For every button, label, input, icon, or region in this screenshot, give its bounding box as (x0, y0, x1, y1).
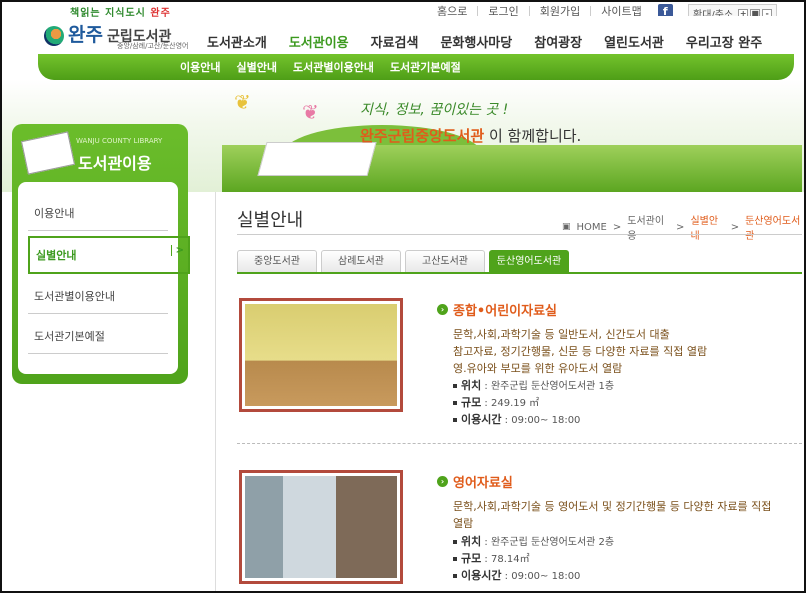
room-description: 문학,사회,과학기술 등 일반도서, 신간도서 대출 참고자료, 정기간행물, 신… (453, 328, 708, 375)
snb-item-etiquette[interactable]: 도서관기본예절 (382, 59, 469, 75)
snb-item-branch-guide[interactable]: 도서관별이용안내 (285, 59, 382, 75)
home-icon: ▣ (562, 222, 571, 232)
side-nav-item-guide[interactable]: 이용안내 (28, 196, 168, 231)
library-tabs: 중앙도서관 삼례도서관 고산도서관 둔산영어도서관 (237, 250, 573, 272)
sub-nav: 이용안내 실별안내 도서관별이용안내 도서관기본예절 (38, 54, 794, 80)
gnb-item-hometown[interactable]: 우리고장 완주 (675, 32, 773, 51)
butterfly-icon: ❦ (234, 90, 251, 114)
tab-central[interactable]: 중앙도서관 (237, 250, 317, 272)
header: 책읽는 지식도시 완주 완주 군립도서관 중앙/삼례/고산/둔산영어 도서관소개 … (16, 8, 798, 58)
breadcrumb-home[interactable]: HOME (577, 222, 607, 233)
butterfly-icon: ❦ (302, 100, 319, 124)
room-title: › 영어자료실 (437, 472, 513, 491)
room-title: › 종합•어린이자료실 (437, 300, 557, 319)
room-info: 위치 : 완주군립 둔산영어도서관 1층 규모 : 249.19 ㎡ 이용시간 … (453, 378, 614, 429)
gnb-item-open-library[interactable]: 열린도서관 (593, 32, 675, 51)
side-nav-item-rooms[interactable]: 실별안내 > (28, 236, 190, 274)
breadcrumb-current: 둔산영어도서관 (745, 216, 801, 242)
bullet-icon: › (437, 304, 448, 315)
gnb-item-community[interactable]: 참여광장 (523, 32, 593, 51)
tab-dunsan-english[interactable]: 둔산영어도서관 (489, 250, 569, 272)
tab-gosan[interactable]: 고산도서관 (405, 250, 485, 272)
gnb-item-intro[interactable]: 도서관소개 (196, 32, 278, 51)
logo-slogan: 책읽는 지식도시 완주 (70, 8, 171, 19)
side-nav-item-branch-guide[interactable]: 도서관별이용안내 (28, 279, 168, 314)
banner-message: 완주군립중앙도서관 이 함께합니다. (360, 127, 582, 145)
snb-item-rooms[interactable]: 실별안내 (228, 59, 284, 75)
gnb-item-usage[interactable]: 도서관이용 (278, 32, 360, 51)
side-nav: WANJU COUNTY LIBRARY 도서관이용 이용안내 실별안내 > 도서… (12, 124, 190, 384)
page-title: 실별안내 (237, 210, 304, 231)
gnb-item-events[interactable]: 문화행사마당 (429, 32, 523, 51)
side-nav-title: 도서관이용 (78, 154, 152, 173)
room-photo (239, 298, 403, 412)
breadcrumb-usage[interactable]: 도서관이용 (627, 212, 670, 242)
room-info: 위치 : 완주군립 둔산영어도서관 2층 규모 : 78.14㎡ 이용시간 : … (453, 534, 614, 585)
book-icon (20, 131, 76, 175)
side-nav-list: 이용안내 실별안내 > 도서관별이용안내 도서관기본예절 (18, 182, 190, 374)
open-book-illustration (257, 142, 377, 176)
bullet-icon: › (437, 476, 448, 487)
logo-mark-icon (44, 26, 64, 46)
logo-subtitle: 중앙/삼례/고산/둔산영어 (117, 42, 189, 50)
room-description: 문학,사회,과학기술 등 영어도서 및 정기간행물 등 다양한 자료를 직접 열람 (453, 500, 772, 530)
breadcrumb-rooms[interactable]: 실별안내 (690, 212, 724, 242)
main-nav: 도서관소개 도서관이용 자료검색 문화행사마당 참여광장 열린도서관 우리고장 … (196, 32, 773, 51)
gnb-item-search[interactable]: 자료검색 (360, 32, 430, 51)
breadcrumb: ▣ HOME > 도서관이용 > 실별안내 > 둔산영어도서관 (559, 212, 804, 242)
banner-tagline: 지식, 정보, 꿈이있는 곳 ! (360, 102, 509, 118)
tab-samrye[interactable]: 삼례도서관 (321, 250, 401, 272)
page-frame: 홈으로 로그인 회원가입 사이트맵 f 확대/축소 + ■ - 책읽는 지식도시… (0, 0, 806, 593)
room-photo (239, 470, 403, 584)
side-nav-item-etiquette[interactable]: 도서관기본예절 (28, 319, 168, 354)
arrow-right-icon: > (170, 245, 184, 256)
main-content: 실별안내 ▣ HOME > 도서관이용 > 실별안내 > 둔산영어도서관 중앙도… (215, 192, 804, 591)
side-nav-caption: WANJU COUNTY LIBRARY (76, 137, 163, 145)
snb-item-guide[interactable]: 이용안내 (172, 59, 228, 75)
